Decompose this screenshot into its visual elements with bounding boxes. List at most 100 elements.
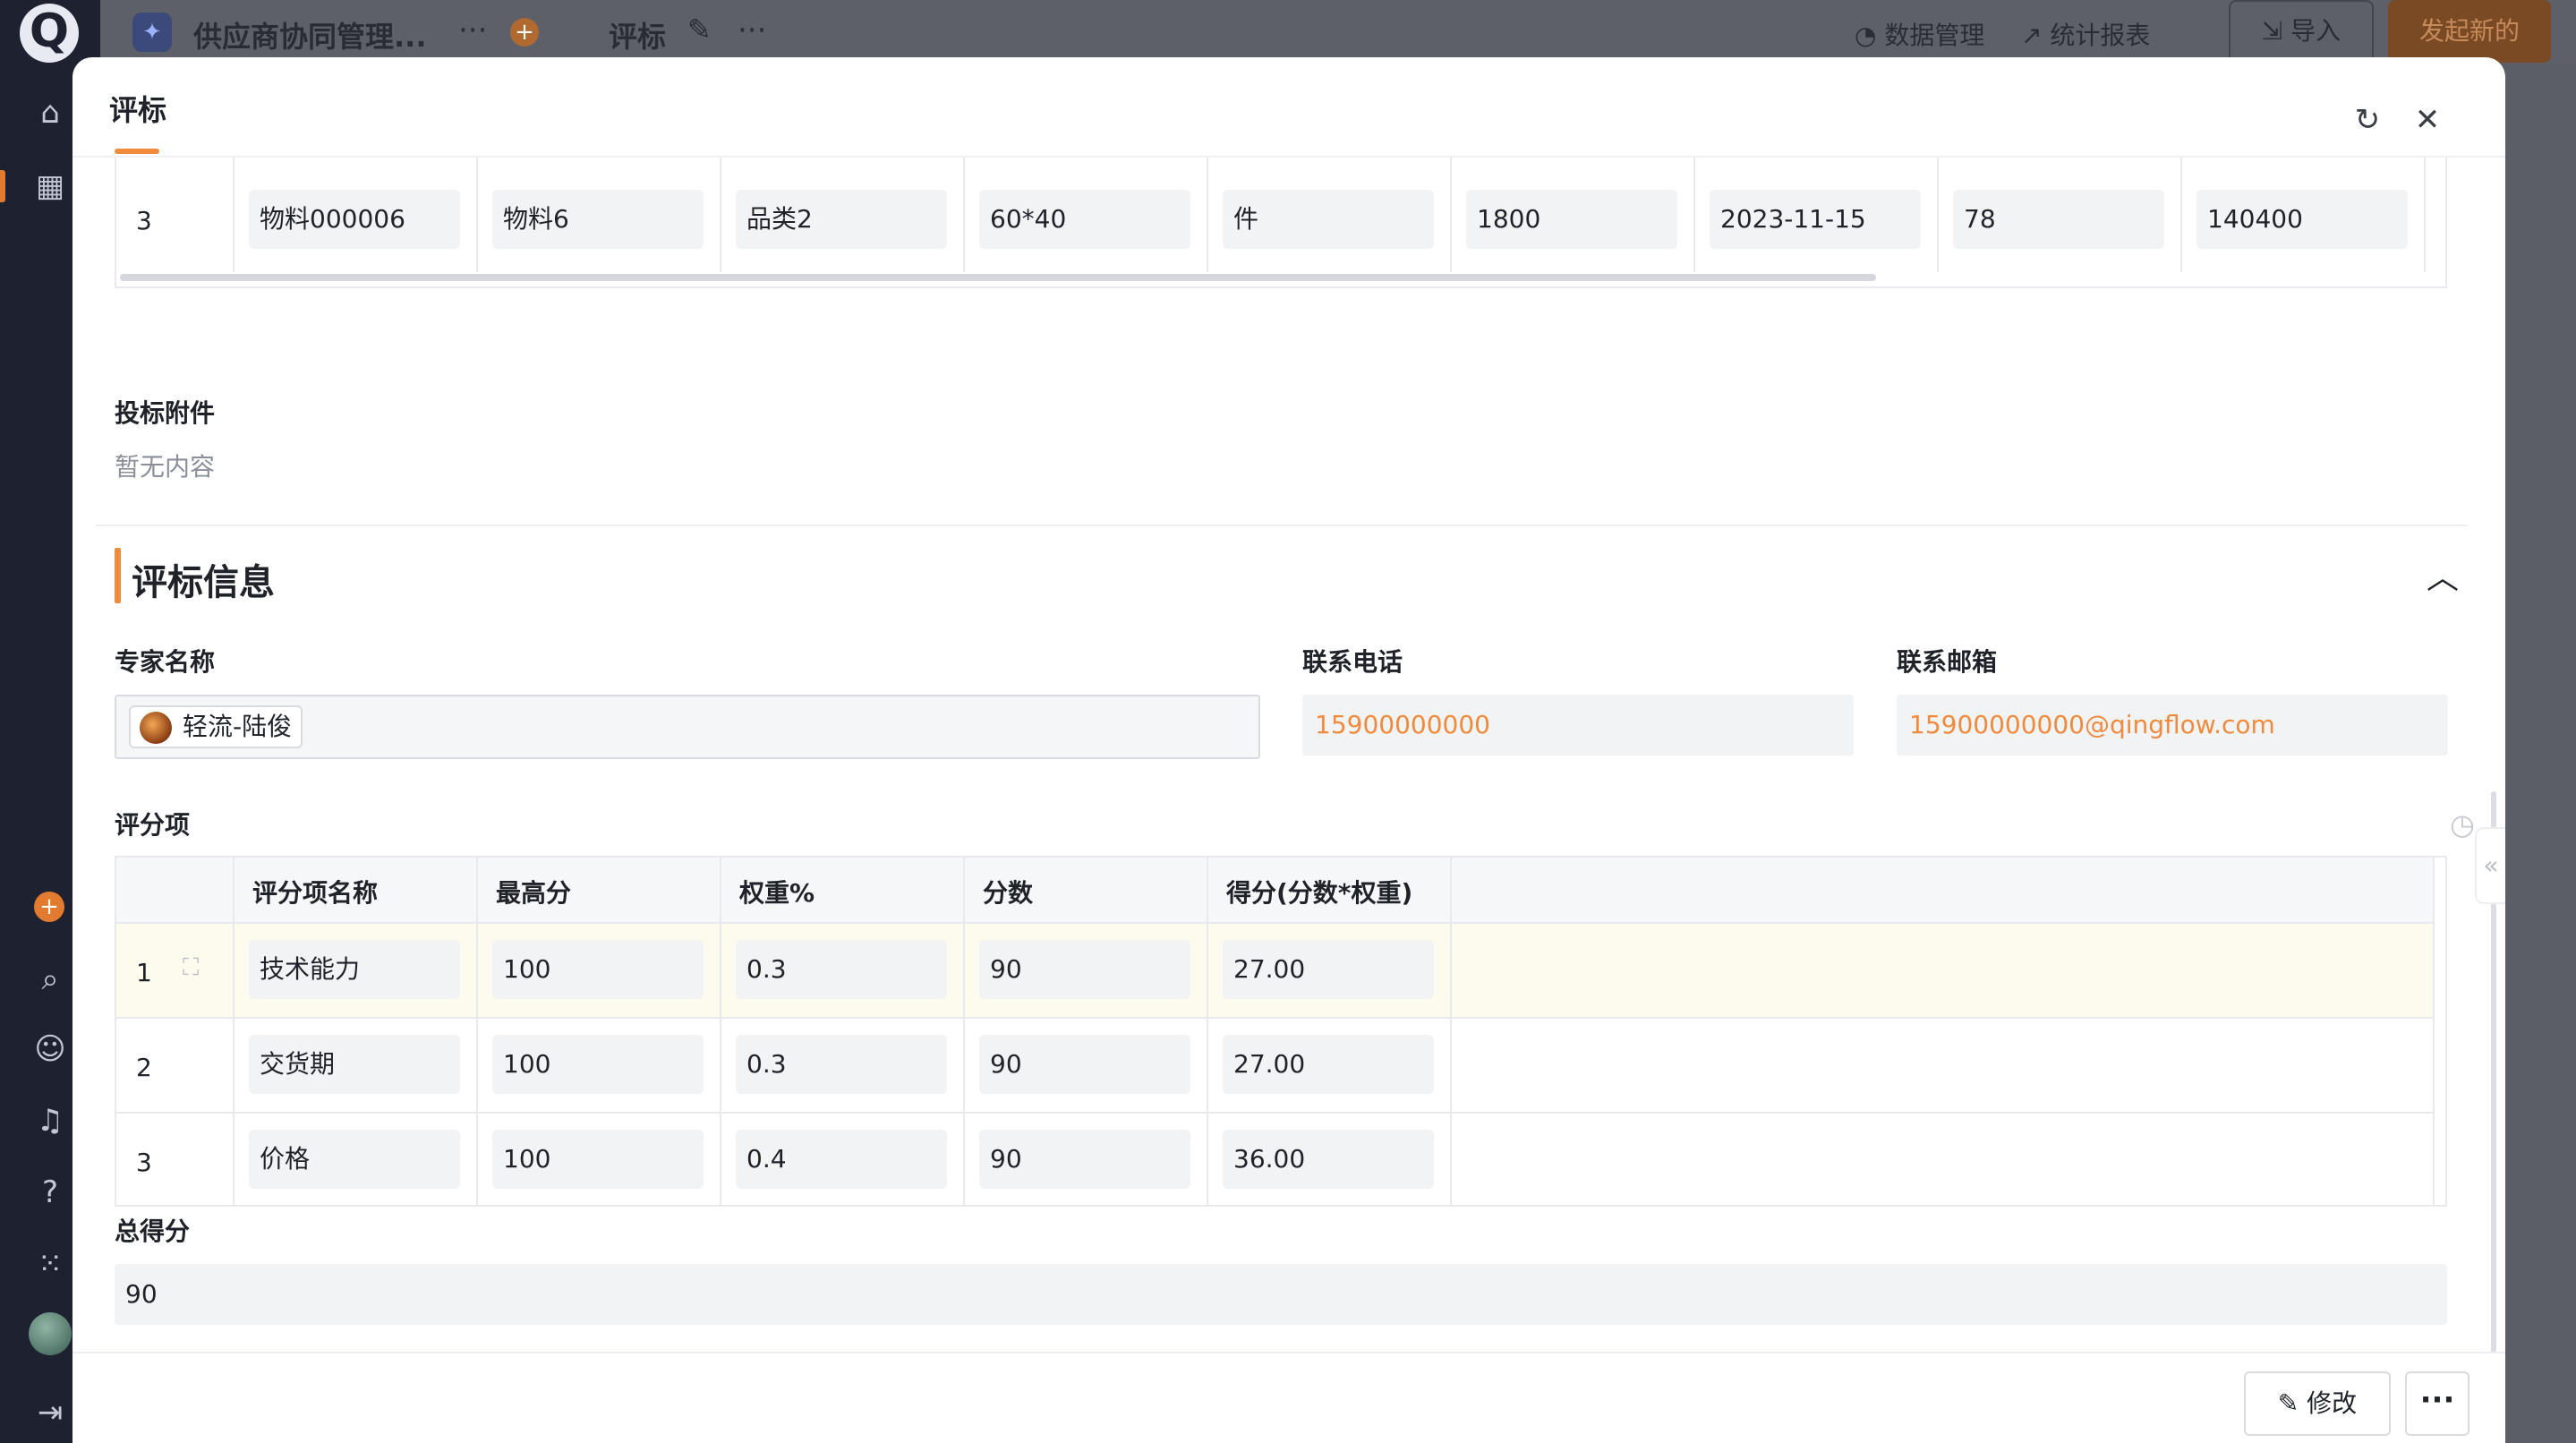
evaluation-modal: 评标 ↻ ✕ 3 物料000006 物料6 品类2 60*40 件 1800 2… [73,57,2505,1443]
attachment-label: 投标附件 [115,398,216,428]
spec-cell: 60*40 [979,190,1190,249]
edit-button[interactable]: ✎ 修改 [2244,1371,2391,1436]
refresh-icon[interactable]: ↻ [2350,102,2385,138]
attachment-empty: 暂无内容 [115,452,216,482]
score-cell: 90 [979,1130,1190,1189]
import-button[interactable]: ⇲ 导入 [2229,0,2374,63]
add-icon[interactable]: + [34,892,64,922]
new-record-button[interactable]: 发起新的 [2388,0,2551,63]
section-divider [96,525,2468,526]
modal-content: 3 物料000006 物料6 品类2 60*40 件 1800 2023-11-… [73,158,2505,1362]
col-sep [1207,858,1208,1205]
report-label: 统计报表 [2050,21,2151,50]
collapse-panel-icon[interactable]: « [2475,827,2505,904]
app-logo[interactable]: Q [20,4,79,63]
title-underline [115,149,159,154]
email-field[interactable]: 15900000000@qingflow.com [1897,695,2448,756]
close-icon[interactable]: ✕ [2410,102,2445,138]
max-score-cell: 100 [492,1035,704,1094]
phone-field[interactable]: 15900000000 [1302,695,1854,756]
modal-footer: ✎ 修改 ··· [73,1352,2505,1443]
home-icon[interactable]: ⌂ [30,93,70,132]
header-score: 分数 [983,878,1034,908]
bell-icon[interactable]: ♫ [30,1101,70,1140]
material-code-cell: 物料000006 [249,190,460,249]
more-button[interactable]: ··· [2405,1371,2469,1436]
amount-cell: 140400 [2196,190,2408,249]
col-sep [476,158,478,272]
import-label: 导入 [2290,16,2341,46]
app-name[interactable]: 供应商协同管理... [193,14,426,56]
header-max-score: 最高分 [496,878,572,908]
weight-cell: 0.3 [736,1035,947,1094]
row-number: 1 [136,958,152,987]
date-cell: 2023-11-15 [1710,190,1921,249]
help-icon[interactable]: ? [30,1173,70,1212]
col-sep [1450,158,1452,272]
category-cell: 品类2 [736,190,947,249]
product-table: 3 物料000006 物料6 品类2 60*40 件 1800 2023-11-… [115,158,2447,288]
tab-more-icon[interactable]: ··· [738,13,766,48]
user-avatar[interactable] [29,1312,72,1355]
add-tab-icon[interactable]: + [510,18,539,47]
app-more-icon[interactable]: ··· [458,13,487,48]
apps-grid-icon[interactable]: ▦ [30,166,70,206]
col-sep [1450,858,1452,1205]
col-sep [2180,158,2182,272]
expert-label: 专家名称 [115,647,216,677]
modal-header: 评标 ↻ ✕ [73,57,2505,158]
col-sep [1207,158,1208,272]
result-cell: 36.00 [1223,1130,1434,1189]
col-sep [476,858,478,1205]
search-icon[interactable]: ⌕ [30,960,70,999]
col-sep [2433,858,2435,1205]
result-cell: 27.00 [1223,1035,1434,1094]
horizontal-scrollbar[interactable] [120,274,1876,281]
item-name-cell: 技术能力 [249,940,460,999]
row-number: 3 [136,206,152,235]
total-field[interactable]: 90 [115,1264,2447,1325]
history-icon[interactable]: ◷ [2450,807,2475,841]
modal-title: 评标 [109,93,167,127]
launcher-grid-icon[interactable]: ⁙ [30,1244,70,1284]
score-table: 评分项名称 最高分 权重% 分数 得分(分数*权重) 1 ⛶ 技术能力 100 … [115,856,2447,1207]
tab-current[interactable]: 评标 [609,14,666,56]
phone-label: 联系电话 [1302,647,1403,677]
score-cell: 90 [979,1035,1190,1094]
email-label: 联系邮箱 [1897,647,1998,677]
section-title: 评标信息 [132,562,275,603]
report-link[interactable]: ↗ 统计报表 [2021,16,2150,52]
score-table-header: 评分项名称 最高分 权重% 分数 得分(分数*权重) [116,858,2433,924]
wrench-icon[interactable]: ✎ [687,13,712,47]
contacts-icon[interactable]: ☺ [30,1029,70,1069]
col-sep [1693,158,1695,272]
rail-active-indicator [0,170,5,202]
expert-field[interactable]: 轻流-陆俊 [115,695,1260,759]
expand-icon[interactable]: ⛶ [183,954,199,982]
table-row[interactable]: 2 交货期 100 0.3 90 27.00 [116,1019,2433,1114]
col-sep [1937,158,1939,272]
material-name-cell: 物料6 [492,190,704,249]
table-row[interactable]: 1 ⛶ 技术能力 100 0.3 90 27.00 [116,924,2433,1019]
expert-chip[interactable]: 轻流-陆俊 [129,705,303,748]
edit-label: 修改 [2307,1388,2358,1418]
chevron-up-icon[interactable]: ︿ [2427,551,2459,598]
table-row[interactable]: 3 价格 100 0.4 90 36.00 [116,1114,2433,1208]
col-sep [963,158,965,272]
unit-cell: 件 [1223,190,1434,249]
col-sep [720,158,721,272]
expand-rail-icon[interactable]: ⇥ [30,1393,70,1432]
result-cell: 27.00 [1223,940,1434,999]
expert-name: 轻流-陆俊 [183,712,293,741]
expert-avatar [140,712,172,744]
section-accent-bar [115,548,121,603]
header-weight: 权重% [739,878,815,908]
top-bar: ✦ 供应商协同管理... ··· + 评标 ✎ ··· ◔ 数据管理 ↗ 统计报… [100,0,2576,64]
row-number: 2 [136,1053,152,1082]
data-manage-label: 数据管理 [1884,21,1985,50]
col-sep [720,858,721,1205]
price-cell: 78 [1953,190,2164,249]
col-sep [233,858,235,1205]
quantity-cell: 1800 [1466,190,1677,249]
data-manage-link[interactable]: ◔ 数据管理 [1855,16,1984,52]
